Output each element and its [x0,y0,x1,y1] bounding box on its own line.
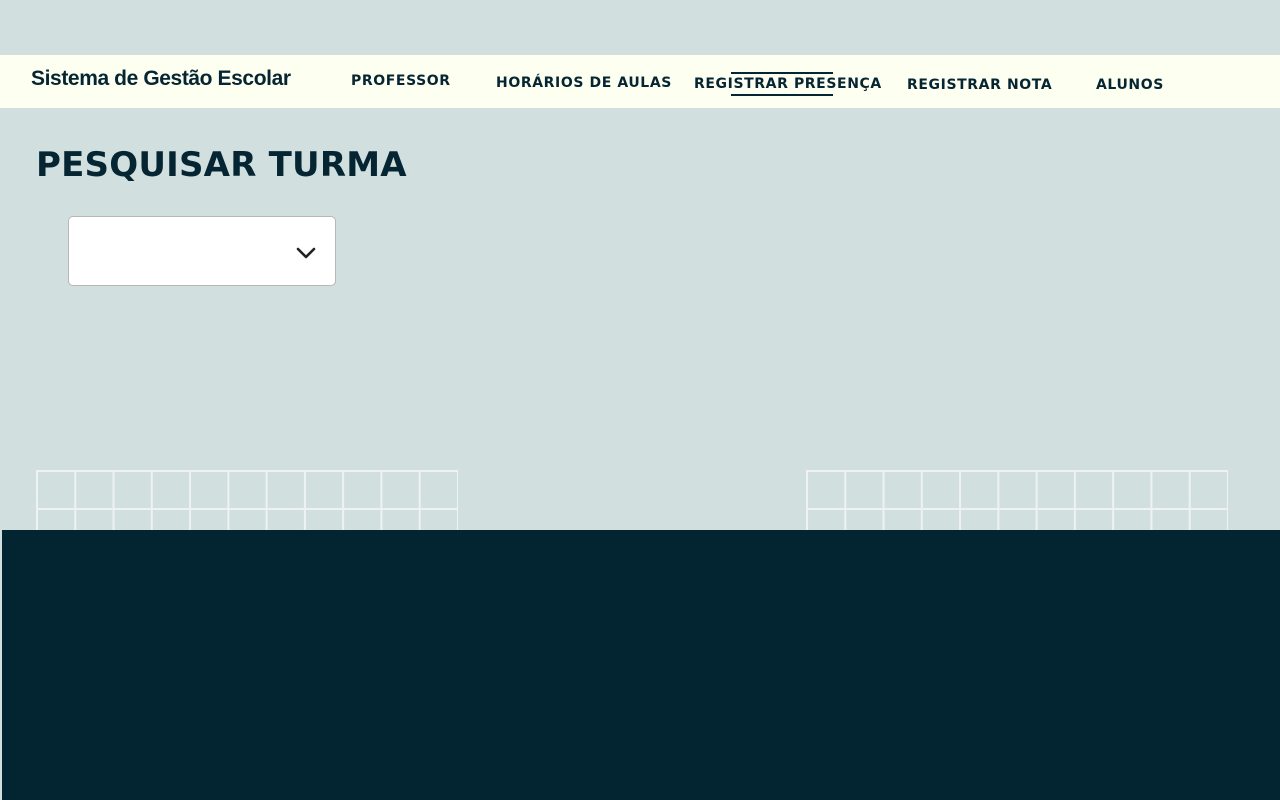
nav-link-professor[interactable]: PROFESSOR [351,73,451,89]
nav-link-registrar-nota[interactable]: REGISTRAR NOTA [907,77,1052,93]
active-indicator-top [731,72,833,74]
nav-link-registrar-presenca[interactable]: REGISTRAR PRESENÇA [694,76,882,92]
decorative-grid-left [36,470,458,530]
top-navbar: Sistema de Gestão Escolar PROFESSOR HORÁ… [0,55,1280,108]
nav-link-alunos[interactable]: ALUNOS [1096,77,1164,93]
active-indicator-bottom [731,94,833,96]
turma-select[interactable] [68,216,336,286]
footer [2,530,1280,800]
brand-title[interactable]: Sistema de Gestão Escolar [31,67,291,91]
decorative-grid-right [806,470,1228,530]
chevron-down-icon [296,247,316,259]
page-title: PESQUISAR TURMA [36,145,407,185]
nav-link-horarios-de-aulas[interactable]: HORÁRIOS DE AULAS [496,75,672,91]
